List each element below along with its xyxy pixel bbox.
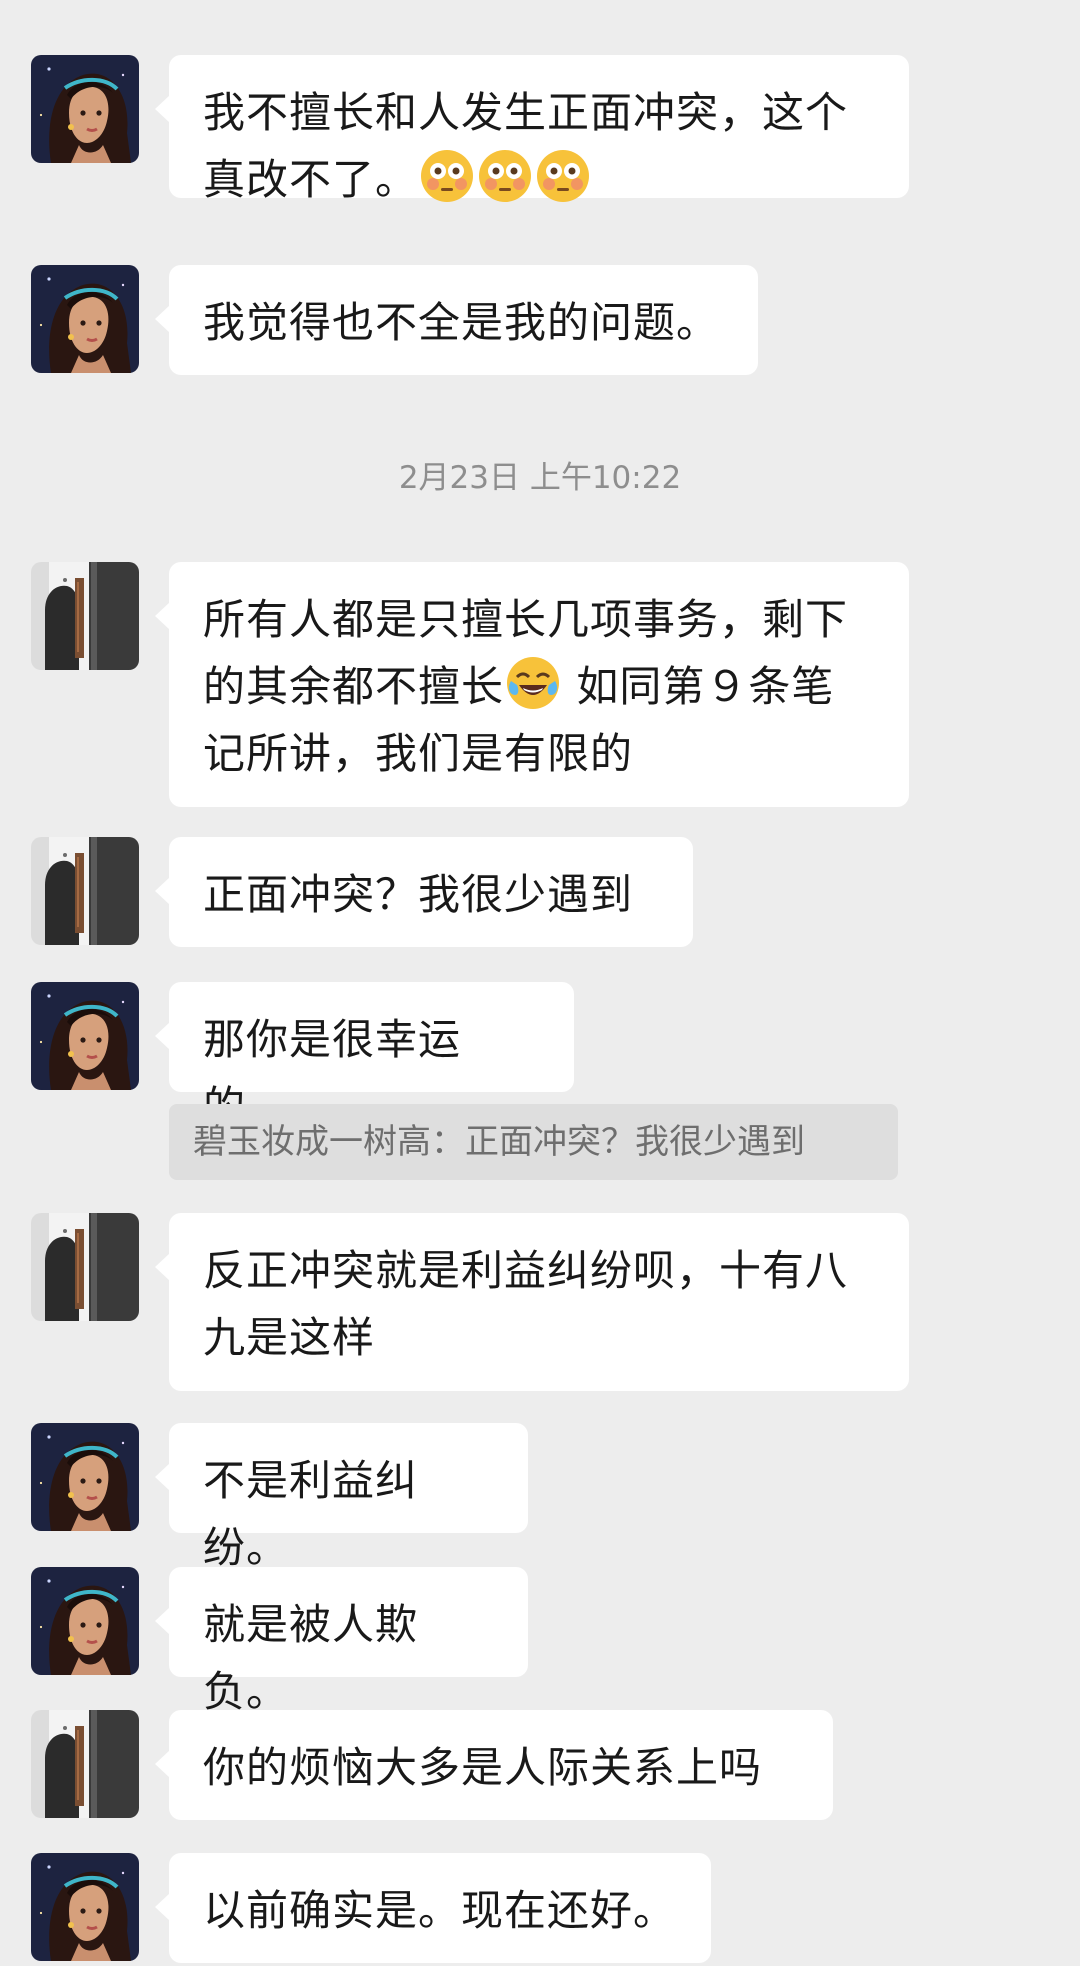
message-bubble[interactable]: 反正冲突就是利益纠纷呗，十有八 九是这样: [155, 1213, 909, 1391]
message-text: 以前确实是。现在还好。: [203, 1886, 677, 1935]
message-bubble[interactable]: 以前确实是。现在还好。: [155, 1853, 711, 1963]
avatar-boy[interactable]: [31, 1710, 139, 1818]
avatar-girl[interactable]: [31, 265, 139, 373]
avatar-boy[interactable]: [31, 562, 139, 670]
girl-avatar-icon: [31, 982, 139, 1090]
message-bubble[interactable]: 那你是很幸运的。: [155, 982, 574, 1131]
message-bubble[interactable]: 所有人都是只擅长几项事务，剩下 的其余都不擅长 如同第９条笔 记所讲，我们是有限…: [155, 562, 909, 807]
message-text: 就是被人欺负。: [203, 1600, 419, 1716]
chat-message-list[interactable]: 我不擅长和人发生正面冲突，这个 真改不了。 我觉得也不全是我的问题。 2月23日…: [0, 0, 1080, 1966]
message-text: 反正冲突就是利益纠纷呗，十有八 九是这样: [203, 1246, 849, 1362]
girl-avatar-icon: [31, 1853, 139, 1961]
flushed-face-icon: [419, 148, 475, 204]
avatar-girl[interactable]: [31, 1853, 139, 1961]
boy-avatar-icon: [31, 837, 139, 945]
boy-avatar-icon: [31, 1213, 139, 1321]
girl-avatar-icon: [31, 265, 139, 373]
avatar-girl[interactable]: [31, 982, 139, 1090]
girl-avatar-icon: [31, 1567, 139, 1675]
avatar-girl[interactable]: [31, 1423, 139, 1531]
message-bubble[interactable]: 我不擅长和人发生正面冲突，这个 真改不了。: [155, 55, 909, 204]
tears-of-joy-face-icon: [505, 655, 561, 711]
timestamp: 2月23日 上午10:22: [398, 460, 682, 496]
girl-avatar-icon: [31, 1423, 139, 1531]
message-bubble[interactable]: 就是被人欺负。: [155, 1567, 528, 1716]
avatar-boy[interactable]: [31, 837, 139, 945]
message-text: 正面冲突？我很少遇到: [203, 870, 634, 919]
boy-avatar-icon: [31, 562, 139, 670]
message-bubble[interactable]: 我觉得也不全是我的问题。: [155, 265, 758, 375]
avatar-girl[interactable]: [31, 55, 139, 163]
flushed-face-icon: [477, 148, 533, 204]
message-bubble[interactable]: 你的烦恼大多是人际关系上吗: [155, 1710, 833, 1820]
quoted-message[interactable]: 碧玉妆成一树高：正面冲突？我很少遇到: [169, 1104, 898, 1180]
message-bubble[interactable]: 正面冲突？我很少遇到: [155, 837, 693, 947]
message-text: 你的烦恼大多是人际关系上吗: [203, 1743, 763, 1792]
message-text: 我觉得也不全是我的问题。: [203, 298, 720, 347]
message-text: 不是利益纠纷。: [203, 1456, 419, 1572]
girl-avatar-icon: [31, 55, 139, 163]
boy-avatar-icon: [31, 1710, 139, 1818]
avatar-boy[interactable]: [31, 1213, 139, 1321]
avatar-girl[interactable]: [31, 1567, 139, 1675]
message-bubble[interactable]: 不是利益纠纷。: [155, 1423, 528, 1572]
flushed-face-icon: [535, 148, 591, 204]
